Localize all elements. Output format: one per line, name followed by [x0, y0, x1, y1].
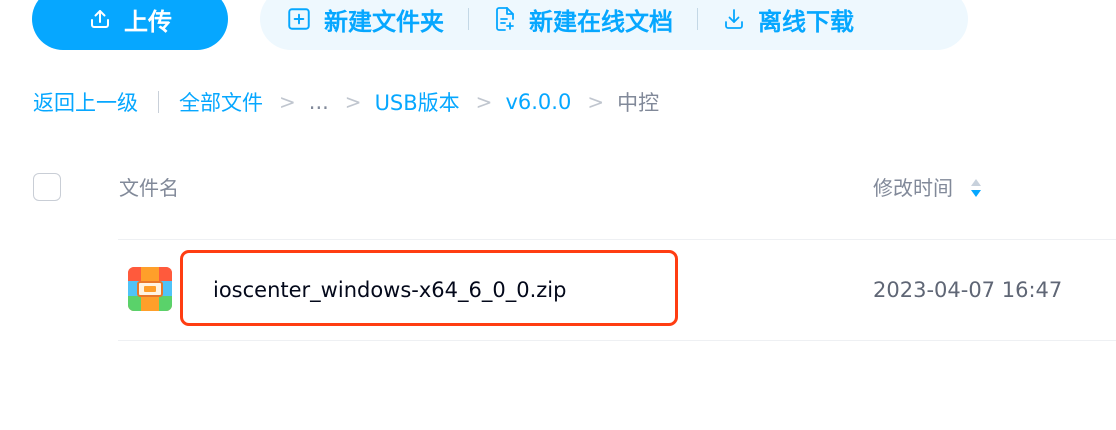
file-name[interactable]: ioscenter_windows-x64_6_0_0.zip [213, 274, 566, 306]
folder-plus-icon [286, 6, 312, 32]
breadcrumb-current: 中控 [617, 91, 660, 115]
new-online-doc-button[interactable]: 新建在线文档 [493, 2, 673, 37]
document-edit-icon [493, 6, 517, 32]
chevron-right-icon: > [279, 90, 296, 114]
offline-download-button[interactable]: 离线下载 [722, 2, 854, 37]
breadcrumb-item-all-files[interactable]: 全部文件 [179, 87, 263, 117]
new-online-doc-label: 新建在线文档 [529, 7, 673, 36]
breadcrumb-item-version[interactable]: v6.0.0 [505, 90, 571, 114]
breadcrumb-item-usb[interactable]: USB版本 [375, 87, 460, 117]
back-link[interactable]: 返回上一级 [33, 87, 138, 117]
breadcrumb-item-ellipsis[interactable]: ... [309, 90, 329, 114]
chevron-right-icon: > [587, 90, 605, 114]
row-divider [118, 239, 1116, 240]
download-icon [722, 7, 746, 31]
zip-archive-icon [128, 267, 172, 311]
upload-button[interactable]: 上传 [32, 0, 228, 50]
column-header-modified-label: 修改时间 [873, 176, 953, 200]
row-divider [118, 340, 1116, 341]
action-toolbar: 新建文件夹 新建在线文档 离线下载 [260, 0, 968, 50]
file-manager-page: 上传 新建文件夹 新建在线文档 离线下载 返回上一级 全部文件 > ... > … [0, 0, 1116, 430]
chevron-right-icon: > [475, 90, 493, 114]
breadcrumb: 返回上一级 全部文件 > ... > USB版本 > v6.0.0 > 中控 [33, 86, 659, 118]
sort-icon[interactable] [969, 177, 983, 199]
upload-icon [88, 7, 112, 31]
new-folder-label: 新建文件夹 [324, 7, 444, 36]
column-header-name: 文件名 [119, 176, 179, 200]
toolbar-divider [468, 8, 469, 30]
table-row[interactable]: ioscenter_windows-x64_6_0_0.zip 2023-04-… [118, 241, 1116, 339]
offline-download-label: 离线下载 [758, 7, 854, 36]
file-modified-time: 2023-04-07 16:47 [873, 278, 1063, 302]
new-folder-button[interactable]: 新建文件夹 [286, 2, 444, 37]
chevron-right-icon: > [344, 90, 362, 114]
select-all-checkbox[interactable] [33, 173, 61, 201]
breadcrumb-divider [158, 91, 159, 113]
toolbar-divider [697, 8, 698, 30]
column-header-modified[interactable]: 修改时间 [873, 173, 983, 203]
upload-label: 上传 [124, 7, 172, 36]
